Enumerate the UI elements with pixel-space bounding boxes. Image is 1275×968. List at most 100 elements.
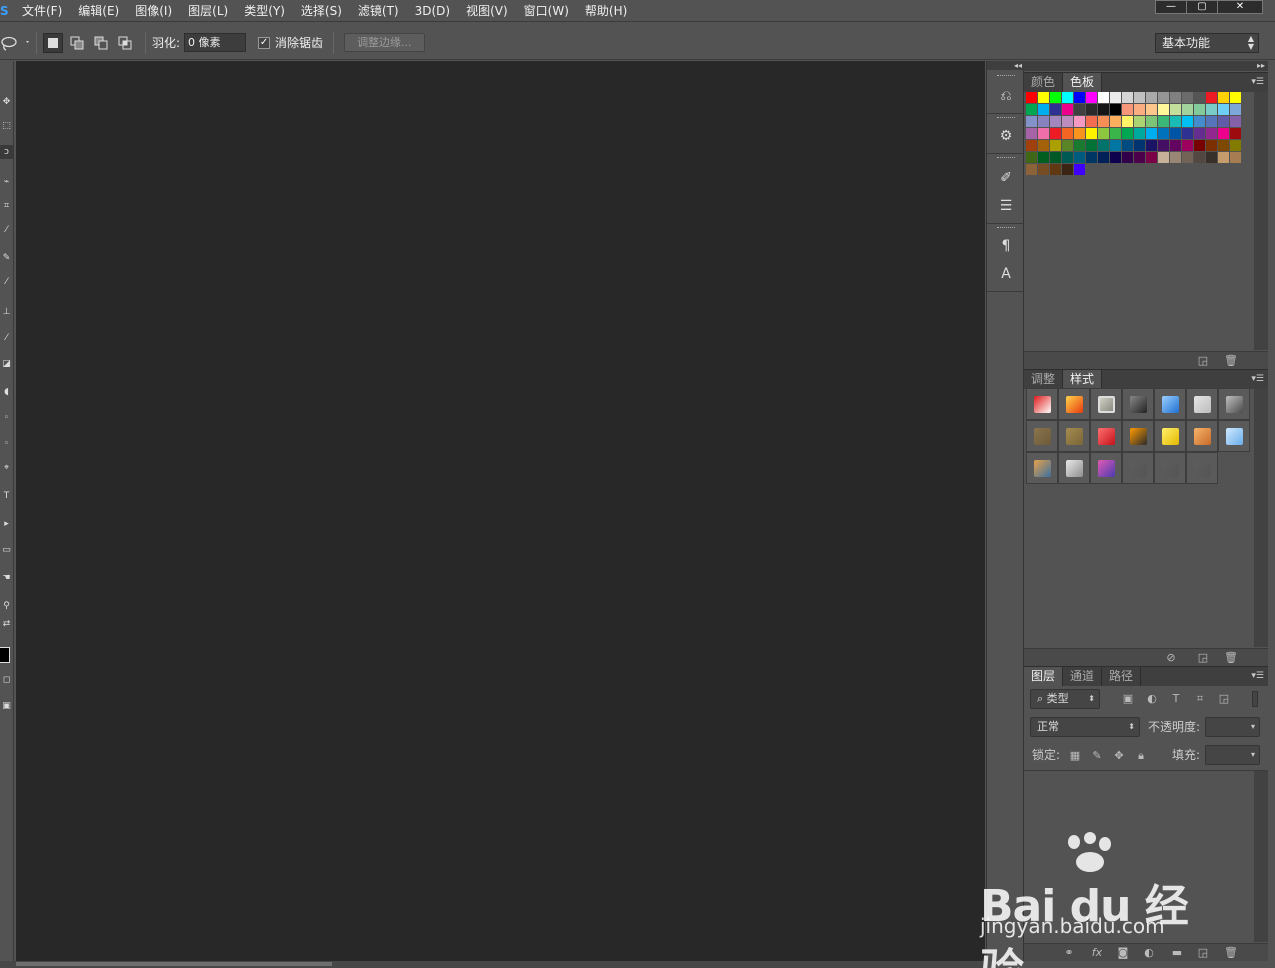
panel-menu-icon[interactable]: ▾☰ [1251,76,1264,88]
color-swatch[interactable] [1146,92,1158,104]
color-swatch[interactable] [1050,152,1062,164]
color-swatch[interactable] [1122,152,1134,164]
color-swatch[interactable] [1206,128,1218,140]
clear-style-icon[interactable]: ⊘ [1164,651,1178,665]
add-selection-button[interactable] [67,33,87,53]
color-swatch[interactable] [1134,140,1146,152]
color-swatch[interactable] [1218,116,1230,128]
style-preset[interactable] [1026,452,1058,484]
color-swatch[interactable] [1086,92,1098,104]
lock-transparent-icon[interactable]: ▦ [1068,749,1082,763]
color-swatch[interactable] [1218,104,1230,116]
filter-adjustment-icon[interactable]: ◐ [1145,692,1159,706]
menu-select[interactable]: 选择(S) [293,0,350,22]
color-swatch[interactable] [1026,116,1038,128]
canvas-area[interactable] [16,61,985,961]
new-selection-button[interactable] [43,32,63,53]
menu-layer[interactable]: 图层(L) [180,0,236,22]
style-preset[interactable] [1058,452,1090,484]
color-swatch[interactable] [1026,140,1038,152]
color-swatch[interactable] [1218,152,1230,164]
color-swatch[interactable] [1230,128,1242,140]
color-swatch[interactable] [1206,92,1218,104]
fill-input[interactable]: ▾ [1205,745,1260,765]
color-swatch[interactable] [1098,128,1110,140]
color-swatch[interactable] [1170,92,1182,104]
color-swatch[interactable] [1182,116,1194,128]
dock-grip[interactable] [997,117,1015,120]
filter-toggle[interactable] [1252,691,1258,707]
swap-colors-icon[interactable]: ⇄ [0,617,13,631]
color-swatch[interactable] [1086,152,1098,164]
color-swatch[interactable] [1074,128,1086,140]
style-preset[interactable] [1186,420,1218,452]
color-swatch[interactable] [1074,104,1086,116]
opacity-input[interactable]: ▾ [1205,717,1260,737]
style-preset[interactable] [1186,452,1218,484]
color-swatch[interactable] [1074,92,1086,104]
foreground-color-swatch[interactable] [0,647,10,663]
properties-panel-icon[interactable]: ⚙ [995,125,1017,147]
color-swatch[interactable] [1038,140,1050,152]
color-swatch[interactable] [1134,104,1146,116]
style-preset[interactable] [1154,388,1186,420]
color-swatch[interactable] [1062,92,1074,104]
brush-panel-icon[interactable]: ✐ [995,167,1017,189]
style-preset[interactable] [1058,388,1090,420]
color-swatch[interactable] [1230,92,1242,104]
color-swatch[interactable] [1110,92,1122,104]
style-preset[interactable] [1090,452,1122,484]
filter-type-icon[interactable]: T [1169,692,1183,706]
color-swatch[interactable] [1194,140,1206,152]
minimize-button[interactable]: — [1155,0,1187,14]
color-swatch[interactable] [1038,92,1050,104]
layers-scrollbar[interactable] [1254,771,1268,942]
color-swatch[interactable] [1122,104,1134,116]
menu-type[interactable]: 类型(Y) [236,0,293,22]
style-preset[interactable] [1154,452,1186,484]
color-swatch[interactable] [1122,128,1134,140]
color-swatch[interactable] [1194,152,1206,164]
style-preset[interactable] [1154,420,1186,452]
color-swatch[interactable] [1050,116,1062,128]
color-swatch[interactable] [1050,92,1062,104]
healing-brush-tool-icon[interactable]: ✎ [0,251,13,265]
color-swatch[interactable] [1182,152,1194,164]
brush-presets-icon[interactable]: ☰ [995,195,1017,217]
eyedropper-tool-icon[interactable]: ⁄ [0,223,13,237]
delete-swatch-icon[interactable]: 🗑 [1224,354,1238,368]
filter-pixel-icon[interactable]: ▣ [1121,692,1135,706]
color-swatch[interactable] [1206,116,1218,128]
tab-color[interactable]: 颜色 [1024,73,1064,92]
style-preset[interactable] [1090,388,1122,420]
link-layers-icon[interactable]: ⚭ [1062,946,1076,960]
color-swatch[interactable] [1218,92,1230,104]
color-swatch[interactable] [1110,104,1122,116]
crop-tool-icon[interactable]: ⌗ [0,199,13,213]
clone-stamp-tool-icon[interactable]: ⊥ [0,305,13,319]
filter-smart-object-icon[interactable]: ◲ [1217,692,1231,706]
color-swatch[interactable] [1194,92,1206,104]
tab-swatches[interactable]: 色板 [1063,73,1103,92]
collapse-dock-icon[interactable]: ◂◂ [987,61,1025,70]
color-swatch[interactable] [1146,128,1158,140]
color-swatch[interactable] [1110,152,1122,164]
subtract-selection-button[interactable] [91,33,111,53]
tab-adjustments[interactable]: 调整 [1024,370,1064,389]
panel-menu-icon[interactable]: ▾☰ [1251,373,1264,385]
color-swatch[interactable] [1074,152,1086,164]
color-swatch[interactable] [1098,104,1110,116]
color-swatch[interactable] [1062,140,1074,152]
screen-mode-icon[interactable]: ▣ [0,699,13,713]
color-swatch[interactable] [1074,164,1086,176]
color-swatch[interactable] [1110,128,1122,140]
lasso-tool-preset[interactable] [0,33,30,53]
color-swatch[interactable] [1194,128,1206,140]
color-swatch[interactable] [1062,152,1074,164]
path-select-tool-icon[interactable]: ▸ [0,517,13,531]
menu-filter[interactable]: 滤镜(T) [350,0,407,22]
color-swatch[interactable] [1206,152,1218,164]
color-swatch[interactable] [1182,128,1194,140]
move-tool-icon[interactable]: ✥ [0,95,13,109]
style-preset[interactable] [1122,388,1154,420]
